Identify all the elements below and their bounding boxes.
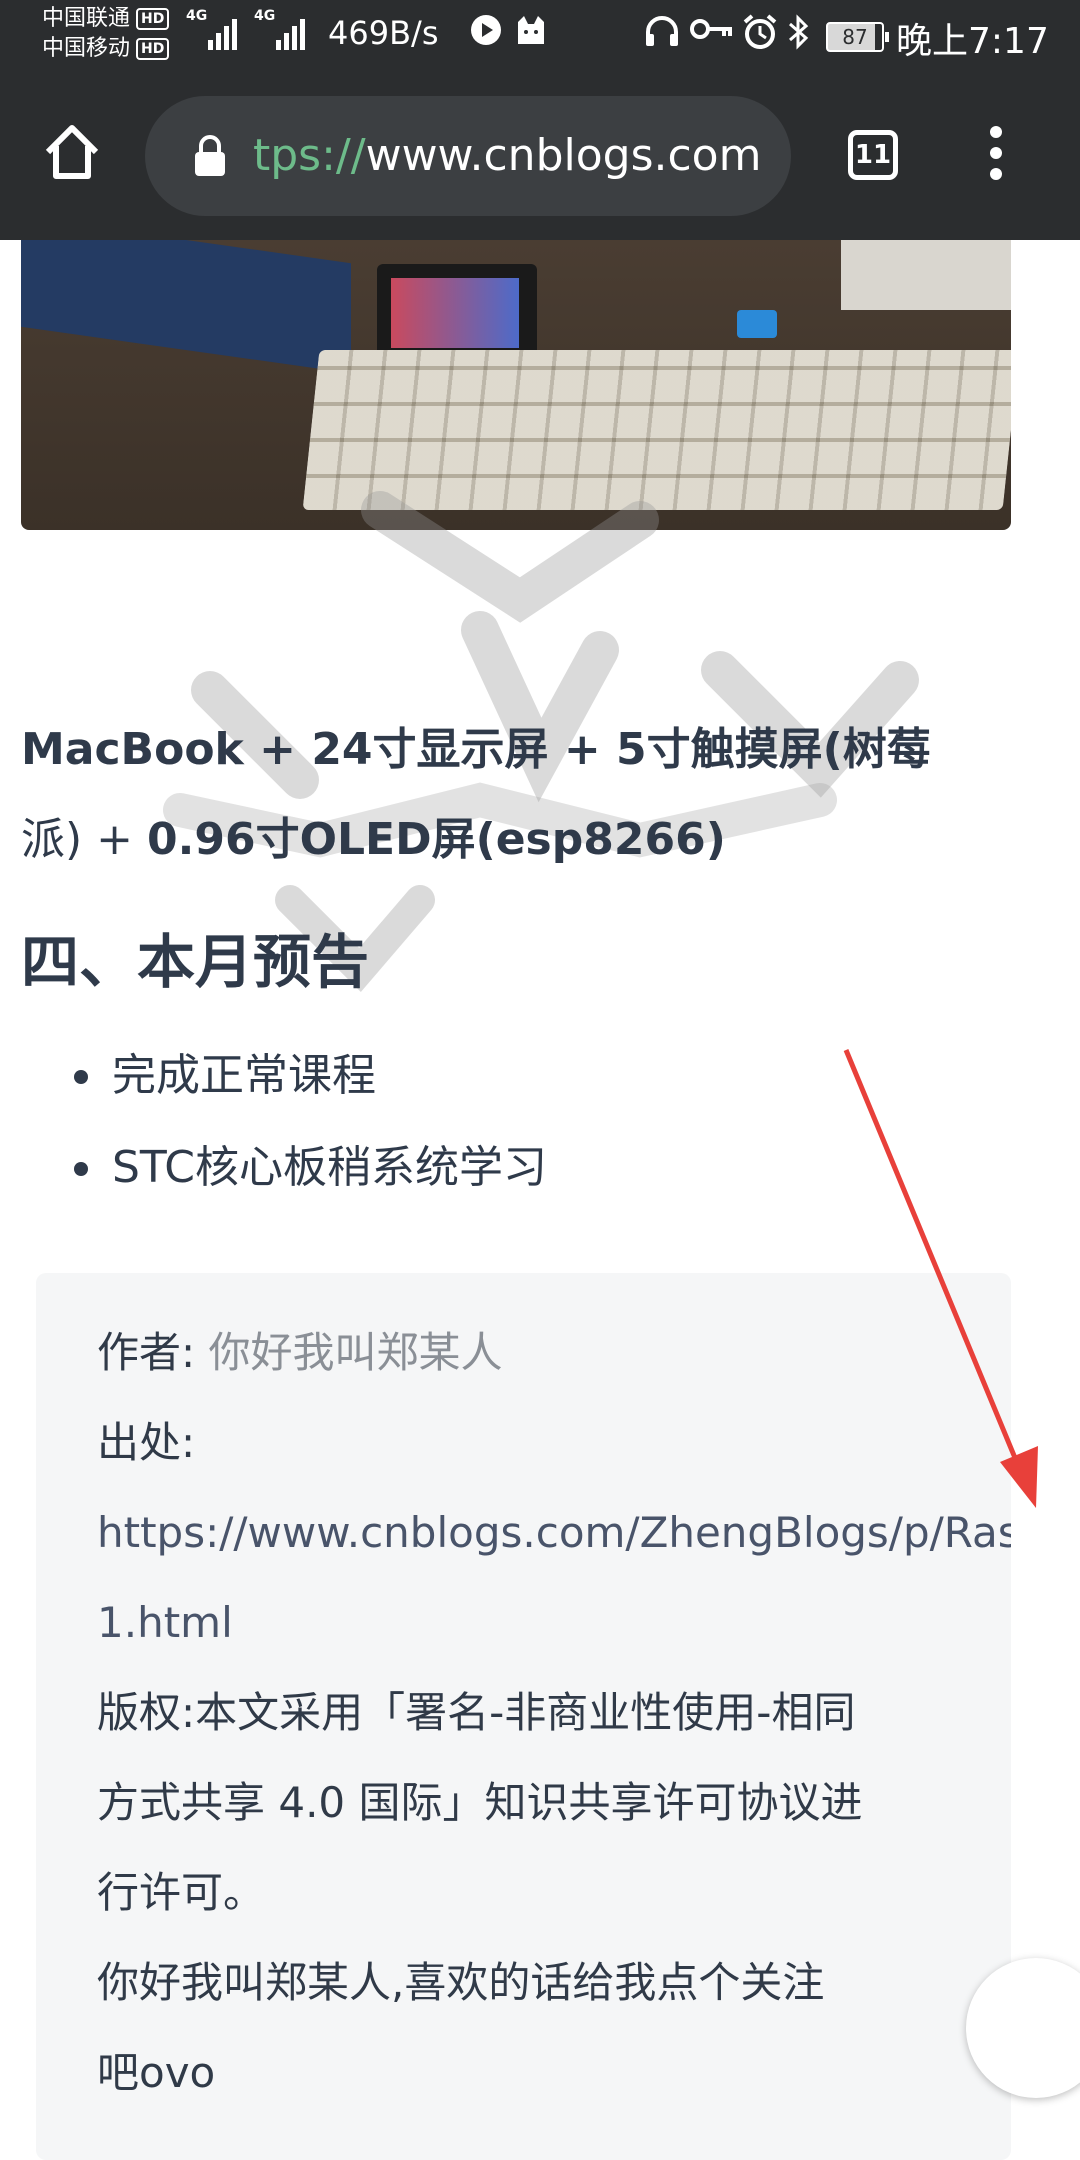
signal-strength-icon: 4G: [254, 8, 305, 50]
url-host: www.cnblogs.com: [365, 130, 762, 181]
battery-indicator: 87: [826, 22, 889, 52]
key-icon: [690, 14, 734, 55]
hardware-line-1: MacBook + 24寸显示屏 + 5寸触摸屏(树莓: [21, 724, 931, 775]
author-label: 作者:: [97, 1328, 196, 1377]
status-bar: 中国联通 HD 中国移动 HD 4G 4G 469B/s 87 晚上7:17: [0, 0, 1080, 72]
closing-line: 吧ovo: [97, 2048, 216, 2097]
hd-badge: HD: [136, 8, 170, 30]
home-button[interactable]: [40, 120, 104, 184]
tab-count: 11: [854, 140, 892, 170]
article-photo: [21, 240, 1011, 530]
lock-icon: [195, 135, 225, 176]
tabs-button[interactable]: 11: [848, 130, 898, 180]
source-link-continued[interactable]: 1.html: [97, 1595, 233, 1651]
network-type: 4G: [186, 8, 208, 24]
home-icon: [45, 125, 99, 179]
battery-level: 87: [842, 25, 868, 49]
license-line: 方式共享 4.0 国际」知识共享许可协议进: [97, 1778, 863, 1827]
carrier-name-1: 中国联通: [42, 6, 131, 31]
license-line: 版权:本文采用「署名-非商业性使用-相同: [97, 1688, 856, 1737]
browser-toolbar: tps://www.cnblogs.com 11: [0, 72, 1080, 240]
list-item: STC核心板稍系统学习: [70, 1122, 547, 1214]
more-vert-icon[interactable]: [986, 126, 1006, 186]
url-scheme: tps://: [253, 130, 366, 181]
author-line: 作者: 你好我叫郑某人: [97, 1325, 503, 1381]
network-type: 4G: [254, 8, 276, 24]
network-speed: 469B/s: [328, 14, 439, 52]
play-icon: [470, 14, 502, 57]
headphones-icon: [644, 14, 680, 59]
hardware-paragraph: MacBook + 24寸显示屏 + 5寸触摸屏(树莓 派) + 0.96寸OL…: [21, 705, 1021, 885]
copyright-box: 作者: 你好我叫郑某人 出处: https://www.cnblogs.com/…: [36, 1273, 1011, 2160]
source-link[interactable]: https://www.cnblogs.com/ZhengBlogs/p/Ras…: [97, 1505, 1011, 1561]
list-item: 完成正常课程: [70, 1030, 547, 1122]
license-line: 行许可。: [97, 1868, 266, 1917]
author-value: 你好我叫郑某人: [208, 1328, 503, 1377]
hardware-line-2-prefix: 派) +: [21, 814, 148, 865]
signal-strength-icon: 4G: [186, 8, 237, 50]
preview-list: 完成正常课程 STC核心板稍系统学习: [70, 1030, 547, 1214]
closing-line: 你好我叫郑某人,喜欢的话给我点个关注: [97, 1958, 825, 2007]
hd-badge: HD: [136, 38, 170, 60]
clock: 晚上7:17: [896, 21, 1049, 62]
alarm-icon: [742, 14, 778, 61]
section-heading: 四、本月预告: [21, 928, 370, 996]
hardware-line-2: 0.96寸OLED屏(esp8266): [147, 814, 726, 865]
carrier-name-2: 中国移动: [42, 36, 131, 61]
source-label: 出处:: [97, 1418, 196, 1467]
carrier-info: 中国联通 HD 中国移动 HD: [42, 4, 170, 64]
cat-icon: [514, 14, 548, 57]
bluetooth-icon: [786, 14, 810, 61]
url-text[interactable]: tps://www.cnblogs.com: [253, 130, 761, 181]
address-bar[interactable]: tps://www.cnblogs.com: [145, 96, 791, 216]
